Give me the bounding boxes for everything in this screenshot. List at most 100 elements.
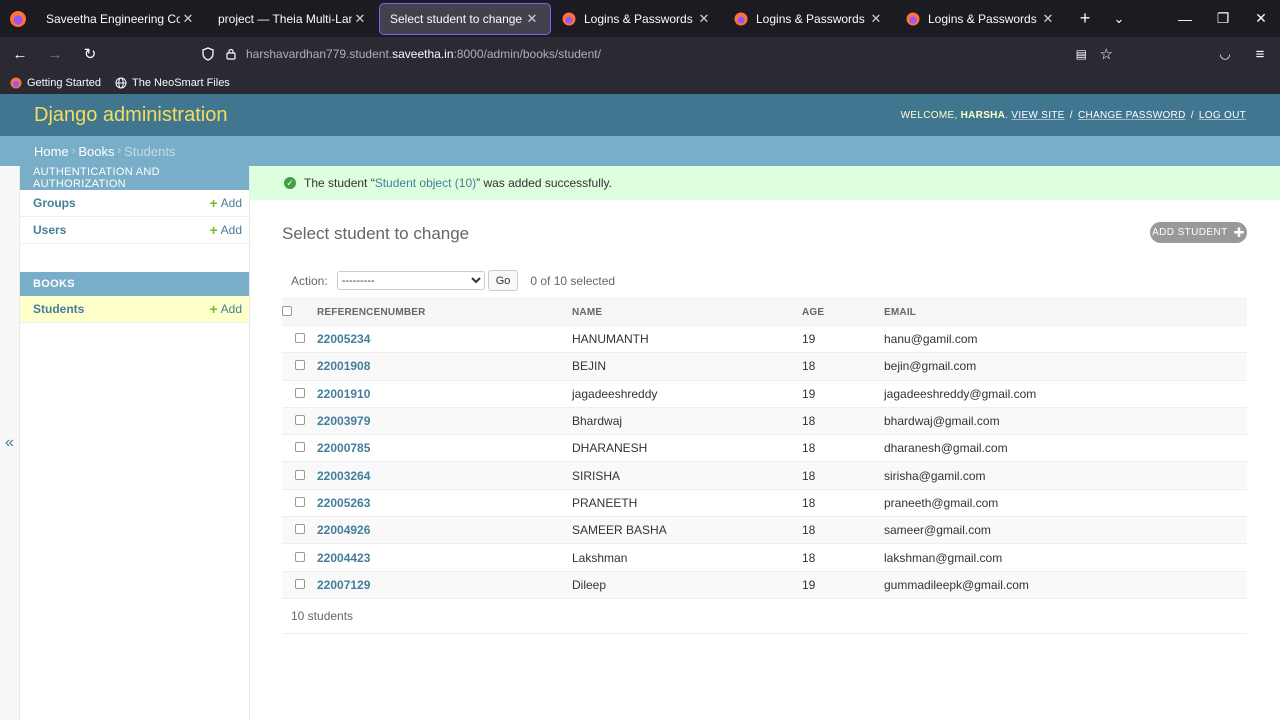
row-checkbox[interactable] [294, 333, 305, 344]
row-reference-link[interactable]: 22005263 [317, 496, 370, 510]
row-age: 18 [802, 434, 884, 463]
close-tab-icon[interactable]: ✕ [1040, 11, 1056, 27]
module-caption[interactable]: Authentication and Authorization [20, 166, 249, 190]
firefox-favicon-icon [10, 77, 22, 88]
row-name: PRANEETH [572, 489, 802, 518]
column-header-age[interactable]: Age [802, 298, 884, 326]
django-header: Django administration Welcome, Harsha. V… [0, 94, 1280, 136]
select-all-checkbox[interactable] [282, 305, 292, 316]
browser-tab[interactable]: Saveetha Engineering College ✕ [36, 4, 206, 34]
table-header-row: Referencenumber Name Age Email [282, 298, 1247, 326]
row-reference-link[interactable]: 22003264 [317, 469, 370, 483]
column-header-name[interactable]: Name [572, 298, 802, 326]
message-object-link[interactable]: Student object (10) [375, 176, 476, 190]
firefox-favicon-icon [906, 12, 920, 25]
row-name: SAMEER BASHA [572, 516, 802, 545]
pocket-icon[interactable]: ◡ [1210, 39, 1240, 69]
browser-tab[interactable]: Logins & Passwords ✕ [724, 4, 894, 34]
row-name: jagadeeshreddy [572, 380, 802, 408]
row-checkbox[interactable] [294, 387, 305, 398]
log-out-link[interactable]: Log out [1199, 110, 1246, 121]
firefox-menu-icon[interactable] [0, 0, 36, 37]
actions-bar: Action: --------- Go 0 of 10 selected [282, 268, 1247, 293]
row-checkbox[interactable] [294, 360, 305, 371]
row-email: dharanesh@gmail.com [884, 434, 1247, 463]
row-checkbox[interactable] [294, 524, 305, 535]
reader-view-icon[interactable]: ▤ [1076, 47, 1087, 61]
back-arrow-icon[interactable]: ← [5, 39, 35, 69]
close-tab-icon[interactable]: ✕ [180, 11, 196, 27]
model-link[interactable]: Students [33, 302, 84, 316]
action-select[interactable]: --------- [336, 271, 485, 290]
row-reference-link[interactable]: 22001908 [317, 359, 370, 373]
tab-list-chevron-down-icon[interactable]: ⌄ [1102, 4, 1136, 34]
close-tab-icon[interactable]: ✕ [352, 11, 368, 27]
row-reference-link[interactable]: 22000785 [317, 441, 370, 455]
row-email: bhardwaj@gmail.com [884, 407, 1247, 436]
row-name: Bhardwaj [572, 407, 802, 436]
browser-tab-bar: Saveetha Engineering College ✕ project —… [0, 0, 1280, 37]
row-checkbox[interactable] [294, 469, 305, 480]
model-link[interactable]: Users [33, 223, 66, 237]
close-tab-icon[interactable]: ✕ [868, 11, 884, 27]
table-row: 22004926 SAMEER BASHA 18 sameer@gmail.com [282, 516, 1247, 545]
row-reference-link[interactable]: 22004423 [317, 551, 370, 565]
bookmark-neosmart-files[interactable]: The NeoSmart Files [115, 77, 230, 89]
tracking-shield-icon[interactable] [201, 47, 215, 61]
table-row: 22000785 DHARANESH 18 dharanesh@gmail.com [282, 434, 1247, 463]
breadcrumb-books[interactable]: Books [78, 144, 114, 159]
row-reference-link[interactable]: 22005234 [317, 332, 370, 346]
browser-tab[interactable]: Logins & Passwords ✕ [552, 4, 722, 34]
browser-tab[interactable]: Logins & Passwords ✕ [896, 4, 1066, 34]
row-reference-link[interactable]: 22007129 [317, 578, 370, 592]
row-reference-link[interactable]: 22003979 [317, 414, 370, 428]
row-age: 18 [802, 543, 884, 572]
row-checkbox[interactable] [294, 551, 305, 562]
reload-icon[interactable]: ↻ [75, 39, 105, 69]
site-branding[interactable]: Django administration [34, 104, 227, 127]
nav-right-tools: ◡ ≡ [1205, 37, 1280, 71]
close-window-icon[interactable]: ✕ [1242, 0, 1280, 37]
view-site-link[interactable]: View site [1011, 110, 1064, 121]
table-row: 22005263 PRANEETH 18 praneeth@gmail.com [282, 489, 1247, 518]
restore-icon[interactable]: ❐ [1204, 0, 1242, 37]
url-bar[interactable]: harshavardhan779.student.saveetha.in:800… [193, 41, 1121, 67]
lock-icon[interactable] [225, 48, 237, 60]
close-tab-icon[interactable]: ✕ [524, 11, 540, 27]
row-checkbox[interactable] [294, 442, 305, 453]
hamburger-menu-icon[interactable]: ≡ [1245, 39, 1275, 69]
forward-arrow-icon[interactable]: → [40, 39, 70, 69]
collapse-sidebar-icon[interactable]: « [0, 166, 20, 720]
column-header-email[interactable]: Email [884, 298, 1247, 326]
module-caption[interactable]: Books [20, 272, 249, 296]
breadcrumb-home[interactable]: Home [34, 144, 69, 159]
browser-tab[interactable]: project — Theia Multi-Language ✕ [208, 4, 378, 34]
add-users-link[interactable]: + Add [209, 222, 242, 238]
row-reference-link[interactable]: 22001910 [317, 387, 370, 401]
add-groups-link[interactable]: + Add [209, 195, 242, 211]
row-checkbox[interactable] [294, 415, 305, 426]
globe-icon [115, 77, 127, 88]
row-email: hanu@gamil.com [884, 325, 1247, 354]
row-checkbox[interactable] [294, 496, 305, 507]
row-checkbox[interactable] [294, 578, 305, 589]
add-icon: + [209, 301, 218, 317]
row-reference-link[interactable]: 22004926 [317, 523, 370, 537]
model-link[interactable]: Groups [33, 196, 76, 210]
column-header-referencenumber[interactable]: Referencenumber [317, 298, 572, 326]
go-button[interactable]: Go [487, 270, 519, 291]
change-password-link[interactable]: Change password [1078, 110, 1186, 121]
row-name: DHARANESH [572, 434, 802, 463]
page-title: Select student to change [282, 224, 470, 243]
bookmark-star-icon[interactable]: ☆ [1100, 45, 1113, 63]
minimize-icon[interactable]: — [1166, 0, 1204, 37]
sidebar-item-students: Students + Add [20, 296, 249, 323]
new-tab-plus-icon[interactable]: + [1068, 4, 1102, 34]
window-controls: — ❐ ✕ [1166, 0, 1280, 37]
bookmark-getting-started[interactable]: Getting Started [10, 77, 101, 89]
row-age: 19 [802, 380, 884, 408]
add-students-link[interactable]: + Add [209, 301, 242, 317]
close-tab-icon[interactable]: ✕ [696, 11, 712, 27]
browser-tab-active[interactable]: Select student to change | Djang ✕ [379, 2, 551, 35]
add-student-button[interactable]: Add student ✚ [1150, 222, 1247, 243]
